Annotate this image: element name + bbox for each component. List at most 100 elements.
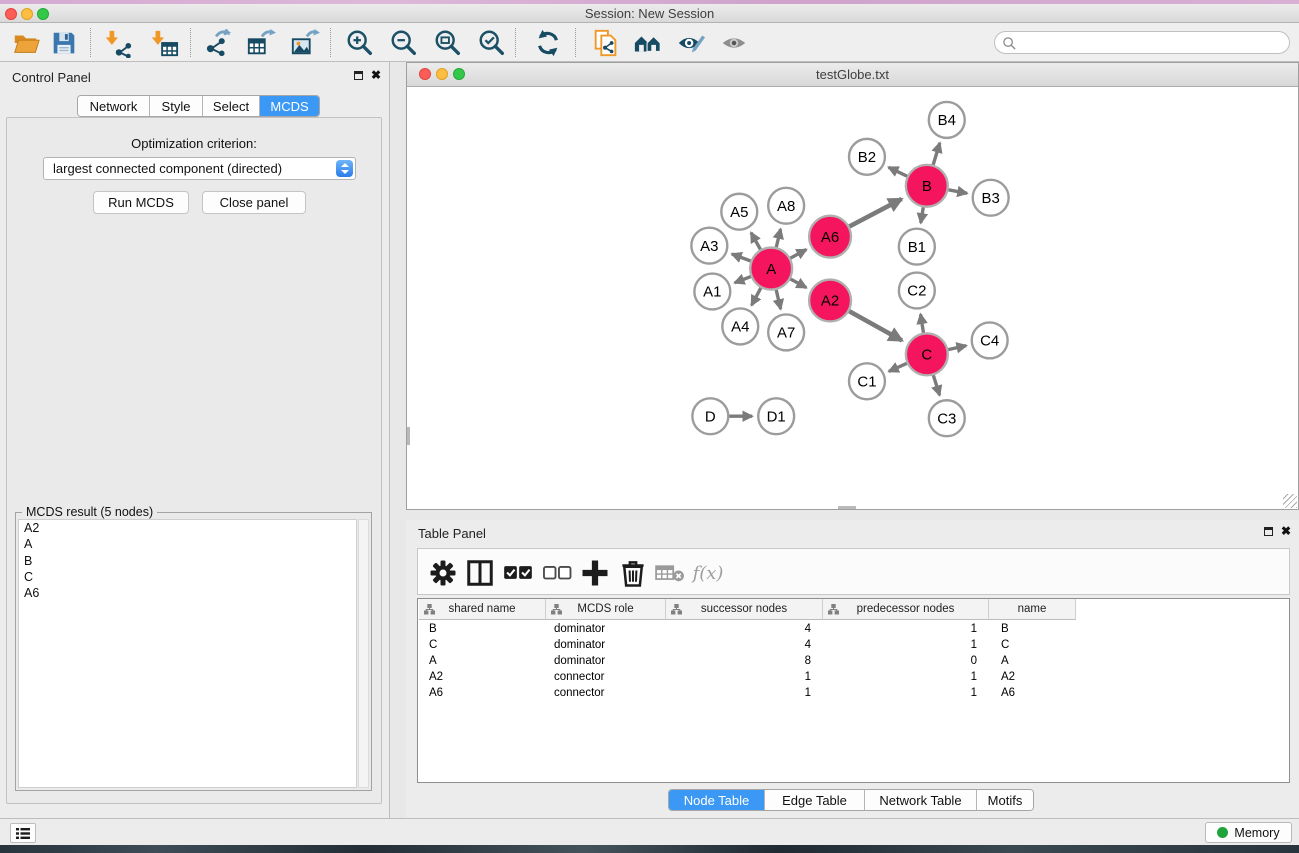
network-graph[interactable]: B4B2BB3A8A5A6A3B1AC2A1A2A4A7C4CC1DD1C3 [407, 87, 1298, 509]
mcds-list-scrollbar[interactable] [358, 519, 369, 788]
table-cell[interactable]: A2 [429, 669, 546, 685]
export-table-icon[interactable] [243, 26, 279, 59]
show-all-icon[interactable] [716, 26, 752, 59]
delete-table-icon[interactable] [655, 558, 685, 588]
table-cell[interactable]: A [1001, 653, 1078, 669]
tab-node-table[interactable]: Node Table [669, 790, 765, 810]
delete-columns-icon[interactable] [618, 558, 648, 588]
table-cell[interactable]: 1 [666, 669, 811, 685]
hide-selected-icon[interactable] [673, 26, 709, 59]
canvas-vertical-scroll-mark[interactable] [407, 427, 410, 445]
screen: Session: New Session [0, 0, 1299, 853]
close-panel-icon[interactable]: ✖ [371, 70, 381, 80]
node-label-D1: D1 [767, 408, 786, 425]
search-input[interactable] [1021, 33, 1281, 52]
table-cell[interactable]: 1 [823, 621, 977, 637]
column-header-predecessor-nodes[interactable]: predecessor nodes [823, 599, 989, 620]
network-window-title: testGlobe.txt [407, 63, 1298, 87]
table-cell[interactable]: dominator [554, 653, 664, 669]
tab-motifs[interactable]: Motifs [977, 790, 1033, 810]
mcds-result-item[interactable]: A2 [19, 520, 356, 536]
tab-select[interactable]: Select [203, 96, 260, 116]
criterion-select[interactable]: largest connected component (directed) [43, 157, 356, 180]
table-cell[interactable]: connector [554, 669, 664, 685]
node-label-C: C [921, 347, 932, 364]
table-cell[interactable]: 8 [666, 653, 811, 669]
table-toolbar: f(x) [417, 548, 1290, 595]
mcds-result-item[interactable]: A6 [19, 585, 356, 601]
criterion-value: largest connected component (directed) [53, 161, 282, 176]
search-icon [1002, 36, 1017, 51]
table-cell[interactable]: C [429, 637, 546, 653]
close-panel-button[interactable]: Close panel [202, 191, 306, 214]
task-history-button[interactable] [10, 823, 36, 843]
table-cell[interactable]: 4 [666, 637, 811, 653]
run-mcds-button[interactable]: Run MCDS [93, 191, 189, 214]
table-cell[interactable]: 1 [666, 685, 811, 701]
float-table-panel-icon[interactable] [1264, 527, 1273, 536]
mcds-result-list[interactable]: A2ABCA6 [18, 519, 357, 788]
tab-network[interactable]: Network [78, 96, 150, 116]
column-header-shared-name[interactable]: shared name [419, 599, 546, 620]
window-resize-grip[interactable] [1283, 494, 1297, 508]
node-label-A4: A4 [731, 319, 749, 336]
zoom-out-icon[interactable] [386, 26, 422, 59]
mcds-result-item[interactable]: A [19, 536, 356, 552]
tab-mcds[interactable]: MCDS [260, 96, 319, 116]
table-cell[interactable]: dominator [554, 637, 664, 653]
zoom-selected-icon[interactable] [474, 26, 510, 59]
new-network-from-selection-icon[interactable] [588, 26, 624, 59]
network-view-window: testGlobe.txt B4B2BB3A8A5A6A3B1AC2A1A2A4… [406, 62, 1299, 510]
node-label-B4: B4 [938, 112, 956, 129]
mcds-result-group: MCDS result (5 nodes) A2ABCA6 [15, 512, 372, 791]
column-header-name[interactable]: name [989, 599, 1076, 620]
export-network-icon[interactable] [200, 26, 236, 59]
node-table: shared nameMCDS rolesuccessor nodesprede… [417, 598, 1290, 783]
add-column-icon[interactable] [580, 558, 610, 588]
table-cell[interactable]: 1 [823, 637, 977, 653]
table-cell[interactable]: 0 [823, 653, 977, 669]
network-canvas[interactable]: B4B2BB3A8A5A6A3B1AC2A1A2A4A7C4CC1DD1C3 [407, 87, 1298, 509]
column-header-MCDS-role[interactable]: MCDS role [546, 599, 666, 620]
first-neighbors-icon[interactable] [630, 26, 666, 59]
memory-button[interactable]: Memory [1205, 822, 1292, 843]
table-cell[interactable]: C [1001, 637, 1078, 653]
show-columns-icon[interactable] [465, 558, 495, 588]
close-table-panel-icon[interactable]: ✖ [1281, 526, 1291, 536]
table-cell[interactable]: connector [554, 685, 664, 701]
select-all-checks-icon[interactable] [503, 558, 533, 588]
tab-network-table[interactable]: Network Table [865, 790, 977, 810]
table-cell[interactable]: 4 [666, 621, 811, 637]
canvas-horizontal-scroll-mark[interactable] [838, 506, 856, 509]
mcds-result-item[interactable]: C [19, 569, 356, 585]
table-options-gear-icon[interactable] [428, 558, 458, 588]
table-cell[interactable]: 1 [823, 669, 977, 685]
column-header-successor-nodes[interactable]: successor nodes [666, 599, 823, 620]
import-network-icon[interactable] [100, 26, 136, 59]
select-stepper-icon [336, 160, 353, 177]
tab-edge-table[interactable]: Edge Table [765, 790, 865, 810]
function-builder-icon[interactable]: f(x) [688, 558, 728, 588]
float-panel-icon[interactable] [354, 71, 363, 80]
zoom-fit-icon[interactable] [430, 26, 466, 59]
tab-style[interactable]: Style [150, 96, 203, 116]
refresh-icon[interactable] [530, 26, 566, 59]
save-session-icon[interactable] [46, 26, 82, 59]
table-cell[interactable]: dominator [554, 621, 664, 637]
network-window-titlebar: testGlobe.txt [407, 63, 1298, 87]
deselect-all-checks-icon[interactable] [542, 558, 572, 588]
table-cell[interactable]: 1 [823, 685, 977, 701]
export-image-icon[interactable] [287, 26, 323, 59]
table-cell[interactable]: A6 [1001, 685, 1078, 701]
import-table-icon[interactable] [146, 26, 182, 59]
zoom-in-icon[interactable] [342, 26, 378, 59]
open-file-icon[interactable] [8, 26, 44, 59]
node-label-A6: A6 [821, 229, 839, 246]
table-cell[interactable]: A6 [429, 685, 546, 701]
mcds-result-item[interactable]: B [19, 553, 356, 569]
table-cell[interactable]: A [429, 653, 546, 669]
table-cell[interactable]: B [1001, 621, 1078, 637]
table-cell[interactable]: B [429, 621, 546, 637]
table-cell[interactable]: A2 [1001, 669, 1078, 685]
toolbar-separator [575, 28, 576, 57]
